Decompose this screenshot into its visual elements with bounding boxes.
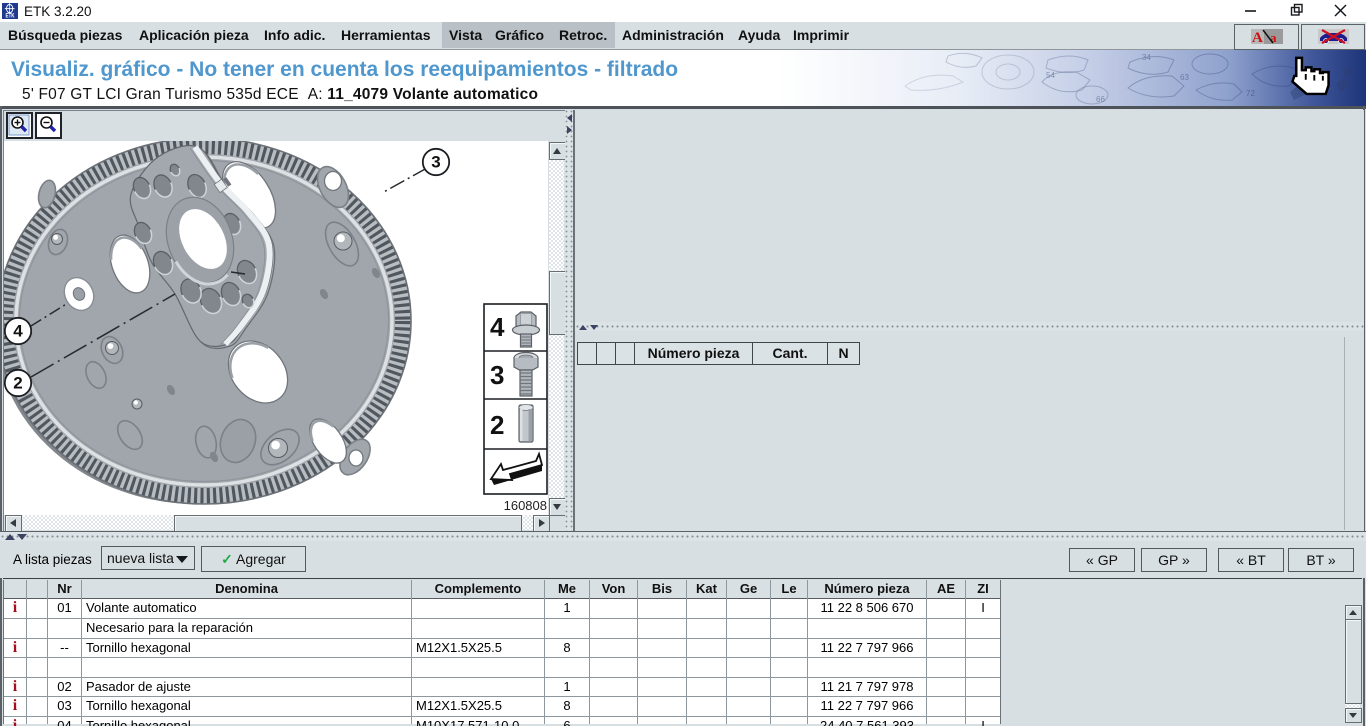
svg-text:72: 72 bbox=[1246, 89, 1255, 98]
svg-text:3: 3 bbox=[431, 153, 440, 172]
svg-text:66: 66 bbox=[1096, 95, 1105, 104]
svg-text:34: 34 bbox=[1142, 53, 1151, 62]
svg-text:2: 2 bbox=[490, 410, 504, 440]
svg-text:63: 63 bbox=[1180, 73, 1189, 82]
svg-text:a: a bbox=[1270, 30, 1277, 44]
svg-text:ETK: ETK bbox=[5, 13, 14, 19]
svg-text:2: 2 bbox=[13, 374, 22, 393]
svg-text:4: 4 bbox=[13, 322, 23, 341]
svg-text:4: 4 bbox=[490, 312, 505, 342]
svg-text:3: 3 bbox=[490, 360, 504, 390]
svg-text:54: 54 bbox=[1046, 71, 1055, 80]
svg-text:A: A bbox=[1252, 30, 1263, 44]
